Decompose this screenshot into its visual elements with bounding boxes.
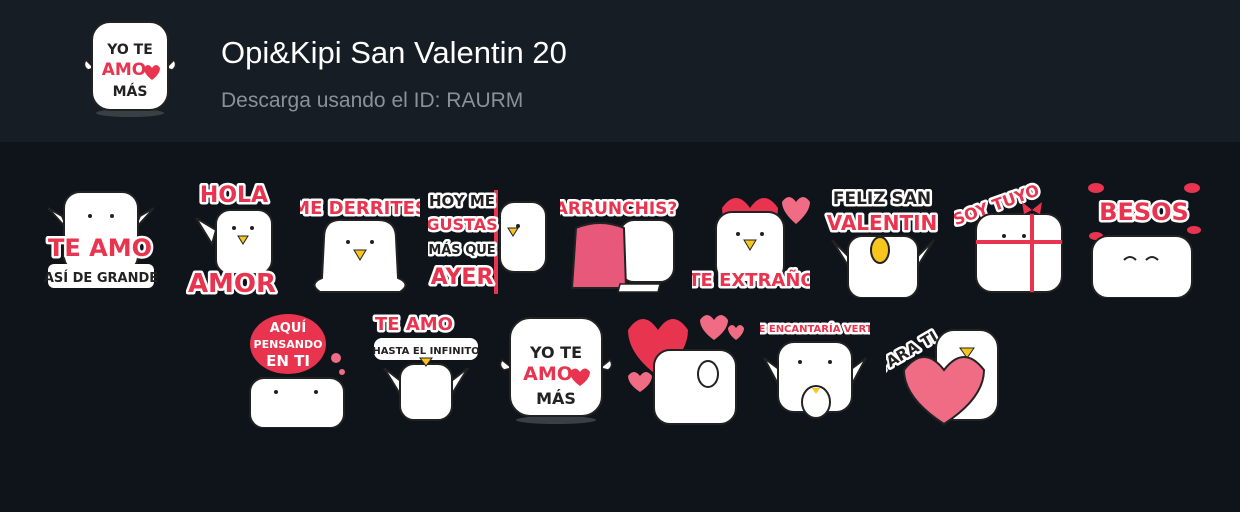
pack-header: YO TE AMO MÁS Opi&Kipi San Valentin 20 D… bbox=[0, 0, 1240, 142]
sticker-text: HOY ME bbox=[429, 192, 495, 210]
sticker-text: HASTA EL INFINITO bbox=[372, 346, 479, 357]
pack-icon-line3: MÁS bbox=[113, 83, 148, 100]
sticker-me-derrites[interactable]: ME DERRITES bbox=[300, 188, 420, 298]
sticker-hoy-me-gustas[interactable]: HOY ME GUSTAS MÁS QUE AYER bbox=[428, 182, 548, 298]
pack-icon-line2: AMO bbox=[102, 60, 147, 80]
sticker-text: ASÍ DE GRANDE bbox=[44, 270, 158, 286]
sticker-feliz-san-valentin[interactable]: FELIZ SAN VALENTIN bbox=[824, 180, 942, 298]
sticker-te-amo-asi-de-grande[interactable]: TE AMO ASÍ DE GRANDE bbox=[42, 186, 160, 298]
sticker-text: ARRUNCHIS? bbox=[560, 199, 677, 219]
pack-id-subtitle: Descarga usando el ID: RAURM bbox=[221, 89, 524, 112]
sticker-text: TE AMO bbox=[375, 314, 453, 335]
sticker-hearts[interactable] bbox=[624, 310, 744, 428]
sticker-text: BESOS bbox=[1099, 198, 1189, 226]
sticker-besos[interactable]: BESOS bbox=[1084, 178, 1202, 298]
sticker-te-amo-hasta-el-infinito[interactable]: TE AMO HASTA EL INFINITO bbox=[370, 310, 482, 428]
sticker-text: YO TE bbox=[529, 343, 582, 362]
pack-icon[interactable]: YO TE AMO MÁS bbox=[80, 16, 180, 120]
sticker-text: AQUÍ bbox=[270, 320, 307, 336]
sticker-text: AYER bbox=[431, 265, 494, 290]
sticker-text: ME ENCANTARÍA VERTE bbox=[760, 322, 870, 335]
sticker-te-extrano[interactable]: TE EXTRAÑO bbox=[692, 182, 810, 298]
sticker-text: AMO bbox=[523, 363, 573, 385]
sticker-text: MÁS bbox=[536, 389, 576, 408]
sticker-soy-tuyo[interactable]: SOY TUYO bbox=[954, 180, 1066, 298]
sticker-text: FELIZ SAN bbox=[833, 189, 931, 209]
sticker-text: HOLA bbox=[200, 183, 268, 208]
sticker-arrunchis[interactable]: ARRUNCHIS? bbox=[560, 188, 680, 296]
sticker-me-encantaria-verte[interactable]: ME ENCANTARÍA VERTE bbox=[760, 318, 870, 426]
sticker-text: TE EXTRAÑO bbox=[692, 268, 810, 291]
sticker-text: ME DERRITES bbox=[300, 198, 420, 219]
sticker-text: TE AMO bbox=[48, 234, 152, 262]
sticker-yo-te-amo-mas[interactable]: YO TE AMO MÁS bbox=[498, 314, 614, 426]
sticker-text: MÁS QUE bbox=[428, 242, 495, 258]
sticker-text: EN TI bbox=[266, 352, 310, 370]
sticker-para-ti[interactable]: PARA TI bbox=[886, 324, 1002, 428]
sticker-text: VALENTIN bbox=[827, 211, 938, 235]
sticker-aqui-pensando-en-ti[interactable]: AQUÍ PENSANDO EN TI bbox=[246, 312, 350, 428]
sticker-text: AMOR bbox=[188, 269, 276, 299]
sticker-text: GUSTAS bbox=[428, 215, 498, 234]
sticker-text: PENSANDO bbox=[254, 338, 323, 351]
pack-icon-line1: YO TE bbox=[106, 42, 153, 58]
pack-title: Opi&Kipi San Valentin 20 bbox=[221, 35, 567, 70]
sticker-hola-amor[interactable]: HOLA AMOR bbox=[186, 178, 282, 301]
